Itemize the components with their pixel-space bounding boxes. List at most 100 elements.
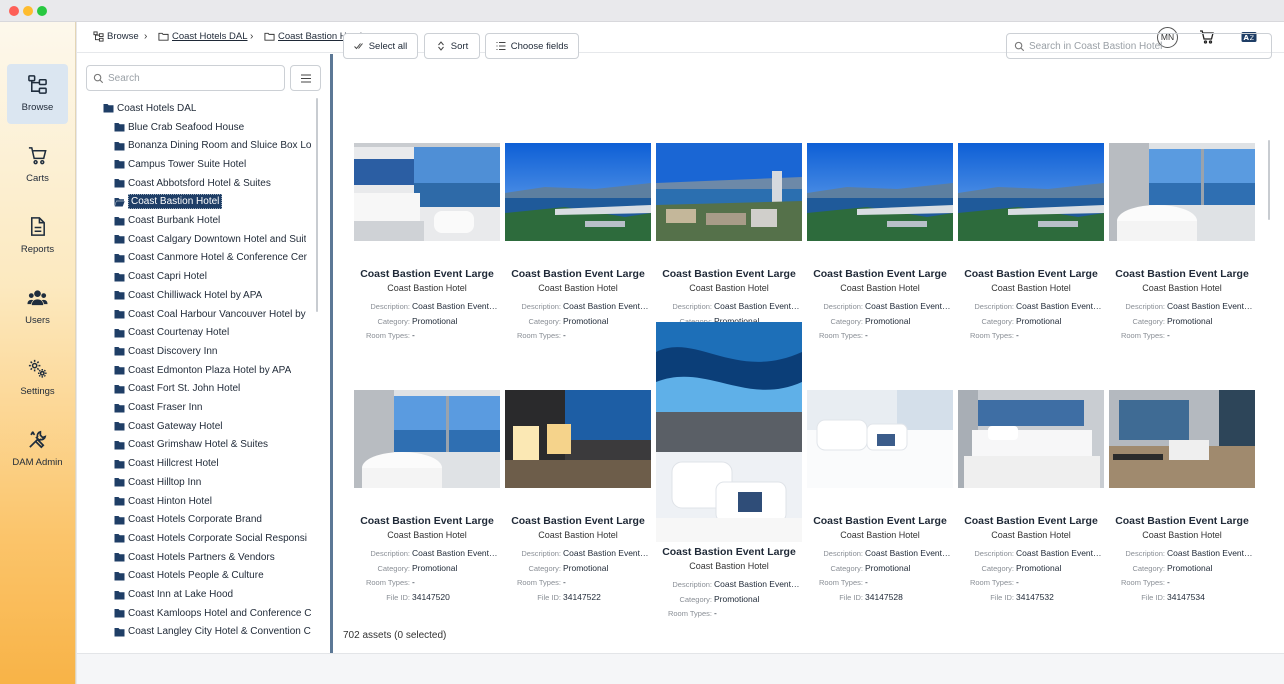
field-label: Category: [377, 316, 410, 326]
tree-item-label: Coast Canmore Hotel & Conference Cer [128, 252, 307, 264]
asset-thumbnail[interactable] [354, 143, 500, 241]
asset-card[interactable]: Coast Bastion Event Large Coast Bastion H… [354, 99, 500, 355]
asset-thumbnail[interactable] [1109, 143, 1255, 241]
sidebar-item-browse[interactable]: Browse [7, 64, 68, 124]
asset-thumbnail[interactable] [1109, 390, 1255, 488]
asset-subtitle: Coast Bastion Hotel [840, 530, 920, 540]
folder-icon [114, 253, 125, 263]
tree-item[interactable]: Coast Kamloops Hotel and Conference C [114, 604, 311, 622]
main-area: Browse › Coast Hotels DAL › Coast Bastio… [77, 22, 1284, 684]
menu-icon [301, 74, 311, 83]
tree-item[interactable]: Coast Courtenay Hotel [114, 324, 229, 342]
tree-item[interactable]: Coast Hillcrest Hotel [114, 455, 219, 473]
asset-card[interactable]: Coast Bastion Event Large Coast Bastion H… [958, 346, 1104, 602]
tree-item-label: Coast Hotels People & Culture [128, 570, 264, 582]
asset-card[interactable]: Coast Bastion Event Large Coast Bastion H… [505, 99, 651, 355]
tree-item[interactable]: Coast Hilltop Inn [114, 473, 201, 491]
asset-card[interactable]: Coast Bastion Event Large Coast Bastion H… [656, 322, 802, 618]
tree-item[interactable]: Coast Gateway Hotel [114, 417, 223, 435]
sidebar-item-dam-admin[interactable]: DAM Admin [7, 419, 68, 479]
folder-icon [114, 515, 125, 525]
sort-button[interactable]: Sort [424, 33, 480, 59]
asset-search-input[interactable] [1029, 38, 1265, 55]
tree-item[interactable]: Campus Tower Suite Hotel [114, 155, 246, 173]
asset-card[interactable]: Coast Bastion Event Large Coast Bastion H… [354, 346, 500, 602]
asset-title: Coast Bastion Event Large [1115, 268, 1249, 280]
asset-card[interactable]: Coast Bastion Event Large Coast Bastion H… [807, 346, 953, 602]
asset-card[interactable]: Coast Bastion Event Large Coast Bastion H… [807, 99, 953, 355]
tree-search-input[interactable] [108, 70, 278, 87]
asset-thumbnail[interactable] [505, 390, 651, 488]
asset-field-room-types: Room Types:- [807, 577, 953, 589]
tree-item[interactable]: Coast Discovery Inn [114, 342, 217, 360]
asset-thumbnail[interactable] [656, 143, 802, 241]
tree-item[interactable]: Coast Calgary Downtown Hotel and Suit [114, 230, 306, 248]
tree-item[interactable]: Coast Chilliwack Hotel by APA [114, 286, 262, 304]
field-label: Category: [377, 563, 410, 573]
tree-item[interactable]: Coast Capri Hotel [114, 268, 207, 286]
tree-item[interactable]: Coast Canmore Hotel & Conference Cer [114, 249, 307, 267]
asset-card[interactable]: Coast Bastion Event Large Coast Bastion H… [656, 99, 802, 355]
sidebar-item-carts[interactable]: Carts [7, 135, 68, 195]
field-value: Coast Bastion Event Large [563, 548, 649, 558]
tree-item[interactable]: Coast Burbank Hotel [114, 212, 220, 230]
tree-scrollbar[interactable] [316, 98, 318, 312]
sidebar-item-users[interactable]: Users [7, 277, 68, 337]
breadcrumb-root[interactable]: Browse [93, 31, 139, 42]
sidebar-item-settings[interactable]: Settings [7, 348, 68, 408]
tree-item[interactable]: Coast Grimshaw Hotel & Suites [114, 436, 268, 454]
asset-field-description: Description:Coast Bastion Event Large [958, 301, 1104, 313]
tree-item[interactable]: Coast Inn at Lake Hood [114, 586, 233, 604]
asset-thumbnail[interactable] [807, 390, 953, 488]
tree-item[interactable]: Coast Langley City Hotel & Convention C [114, 623, 311, 641]
choose-fields-button[interactable]: Choose fields [485, 33, 579, 59]
folder-icon [114, 141, 125, 151]
tree-item[interactable]: Coast Abbotsford Hotel & Suites [114, 174, 271, 192]
tree-item[interactable]: Coast Coal Harbour Vancouver Hotel by [114, 305, 306, 323]
field-value: Coast Bastion Event Large [865, 301, 951, 311]
field-label: Category: [1132, 563, 1165, 573]
asset-field-category: Category:Promotional [958, 316, 1104, 328]
folder-open-icon [114, 197, 125, 207]
asset-card[interactable]: Coast Bastion Event Large Coast Bastion H… [1109, 346, 1255, 602]
field-value: 34147522 [563, 592, 601, 603]
asset-thumbnail[interactable] [807, 143, 953, 241]
field-label: Category: [830, 563, 863, 573]
tree-item[interactable]: Coast Hotels People & Culture [114, 567, 264, 585]
tree-item[interactable]: Coast Hotels Partners & Vendors [114, 548, 275, 566]
select-all-button[interactable]: Select all [343, 33, 418, 59]
sidebar-item-label: Browse [21, 102, 54, 113]
sidebar-item-reports[interactable]: Reports [7, 206, 68, 266]
tree-root[interactable]: Coast Hotels DAL [103, 99, 196, 117]
asset-thumbnail[interactable] [505, 143, 651, 241]
asset-title: Coast Bastion Event Large [360, 268, 494, 280]
breadcrumb-parent[interactable]: Coast Hotels DAL [158, 31, 248, 42]
tree-item[interactable]: Blue Crab Seafood House [114, 118, 244, 136]
close-window-button[interactable] [9, 6, 19, 16]
tree-item-label: Coast Fraser Inn [128, 402, 203, 413]
tree-item[interactable]: Coast Bastion Hotel [114, 193, 223, 211]
tree-item[interactable]: Coast Hotels Corporate Social Responsi [114, 529, 307, 547]
maximize-window-button[interactable] [37, 6, 47, 16]
asset-card[interactable]: Coast Bastion Event Large Coast Bastion H… [505, 346, 651, 602]
folder-icon [114, 627, 125, 637]
tree-menu-button[interactable] [290, 65, 321, 91]
asset-thumbnail[interactable] [958, 143, 1104, 241]
asset-card[interactable]: Coast Bastion Event Large Coast Bastion H… [1109, 99, 1255, 355]
field-label: Description: [672, 580, 712, 589]
tree-item[interactable]: Coast Hinton Hotel [114, 492, 212, 510]
asset-thumbnail[interactable] [656, 322, 802, 542]
grid-scrollbar[interactable] [1268, 140, 1270, 220]
tree-item-label: Coast Hinton Hotel [128, 495, 212, 507]
minimize-window-button[interactable] [23, 6, 33, 16]
asset-title: Coast Bastion Event Large [1115, 515, 1249, 527]
tree-item[interactable]: Coast Hotels Corporate Brand [114, 511, 262, 529]
tree-item[interactable]: Coast Fort St. John Hotel [114, 380, 240, 398]
tree-item[interactable]: Coast Edmonton Plaza Hotel by APA [114, 361, 291, 379]
tree-item[interactable]: Bonanza Dining Room and Sluice Box Lo [114, 137, 311, 155]
asset-thumbnail[interactable] [354, 390, 500, 488]
asset-subtitle: Coast Bastion Hotel [840, 283, 920, 293]
tree-item[interactable]: Coast Fraser Inn [114, 399, 202, 417]
asset-card[interactable]: Coast Bastion Event Large Coast Bastion H… [958, 99, 1104, 355]
asset-thumbnail[interactable] [958, 390, 1104, 488]
